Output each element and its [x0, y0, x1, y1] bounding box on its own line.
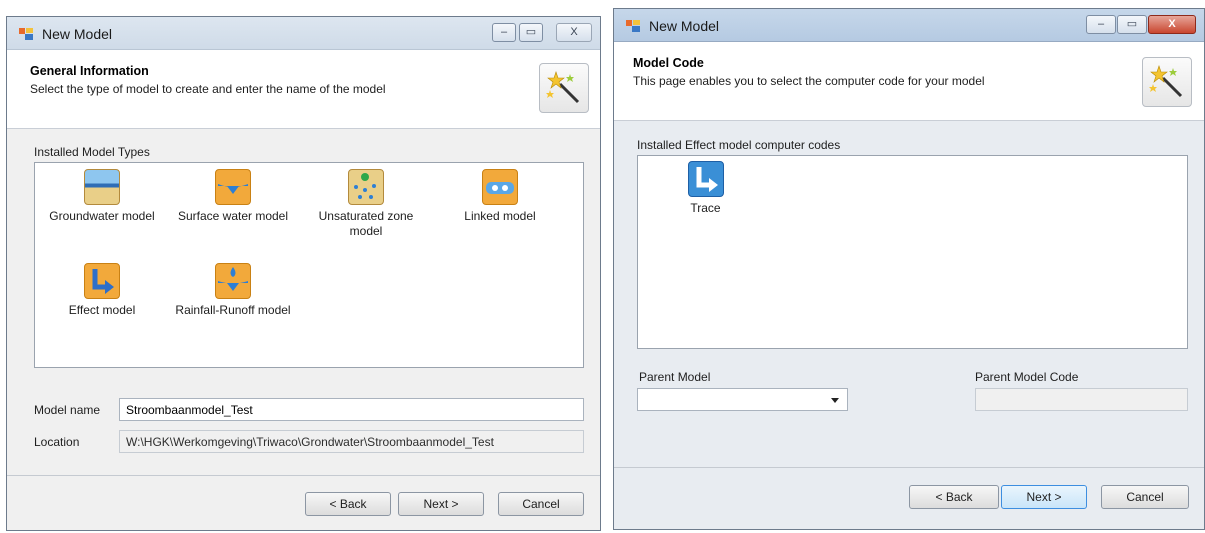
minimize-button[interactable]: –: [1086, 15, 1116, 34]
page-subtitle: This page enables you to select the comp…: [633, 74, 985, 88]
surface-water-icon: [215, 169, 251, 205]
page-subtitle: Select the type of model to create and e…: [30, 82, 386, 96]
maximize-button[interactable]: ▭: [519, 23, 543, 42]
model-type-rainfall-runoff[interactable]: Rainfall-Runoff model: [168, 263, 298, 318]
app-icon: [19, 28, 33, 40]
window-title: New Model: [42, 26, 113, 42]
installed-model-types-label: Installed Model Types: [34, 145, 150, 159]
new-model-window-general: New Model – ▭ X General Information Sele…: [6, 16, 601, 531]
model-type-surface-water[interactable]: Surface water model: [168, 169, 298, 224]
wizard-header: General Information Select the type of m…: [7, 50, 600, 129]
model-types-list[interactable]: Groundwater model Surface water model Un…: [34, 162, 584, 368]
parent-model-code-label: Parent Model Code: [975, 370, 1079, 384]
trace-icon: [687, 161, 724, 197]
magic-wand-icon: [1142, 57, 1192, 107]
page-title: General Information: [30, 64, 149, 78]
groundwater-icon: [84, 169, 120, 205]
linked-icon: [482, 169, 518, 205]
model-name-input[interactable]: Stroombaanmodel_Test: [119, 398, 584, 421]
model-type-linked[interactable]: Linked model: [445, 169, 555, 224]
button-separator: [7, 475, 600, 476]
model-type-unsaturated-zone[interactable]: Unsaturated zone model: [310, 169, 422, 239]
page-title: Model Code: [633, 56, 704, 70]
model-type-effect[interactable]: Effect model: [42, 263, 162, 318]
magic-wand-icon: [539, 63, 589, 113]
model-name-label: Model name: [34, 403, 101, 417]
back-button[interactable]: < Back: [305, 492, 391, 516]
back-button[interactable]: < Back: [909, 485, 999, 509]
new-model-window-code: New Model – ▭ X Model Code This page ena…: [613, 8, 1205, 530]
location-field[interactable]: W:\HGK\Werkomgeving\Triwaco\Grondwater\S…: [119, 430, 584, 453]
parent-model-dropdown[interactable]: [637, 388, 848, 411]
computer-codes-list[interactable]: Trace: [637, 155, 1188, 349]
rainfall-runoff-icon: [215, 263, 251, 299]
effect-icon: [84, 263, 120, 299]
cancel-button[interactable]: Cancel: [498, 492, 584, 516]
minimize-button[interactable]: –: [492, 23, 516, 42]
chevron-down-icon[interactable]: [831, 398, 839, 403]
unsaturated-zone-icon: [348, 169, 384, 205]
installed-codes-label: Installed Effect model computer codes: [637, 138, 841, 152]
window-title: New Model: [649, 18, 720, 34]
cancel-button[interactable]: Cancel: [1101, 485, 1189, 509]
model-type-groundwater[interactable]: Groundwater model: [42, 169, 162, 224]
button-separator: [614, 467, 1204, 468]
wizard-header: Model Code This page enables you to sele…: [614, 42, 1204, 121]
maximize-button[interactable]: ▭: [1117, 15, 1147, 34]
parent-model-label: Parent Model: [639, 370, 711, 384]
close-button[interactable]: X: [1148, 15, 1196, 34]
parent-model-code-field[interactable]: [975, 388, 1188, 411]
title-bar[interactable]: New Model – ▭ X: [7, 17, 600, 50]
app-icon: [626, 20, 640, 32]
next-button[interactable]: Next >: [398, 492, 484, 516]
close-button[interactable]: X: [556, 23, 592, 42]
location-label: Location: [34, 435, 80, 449]
code-trace[interactable]: Trace: [678, 161, 733, 216]
title-bar[interactable]: New Model – ▭ X: [614, 9, 1204, 42]
next-button[interactable]: Next >: [1001, 485, 1087, 509]
